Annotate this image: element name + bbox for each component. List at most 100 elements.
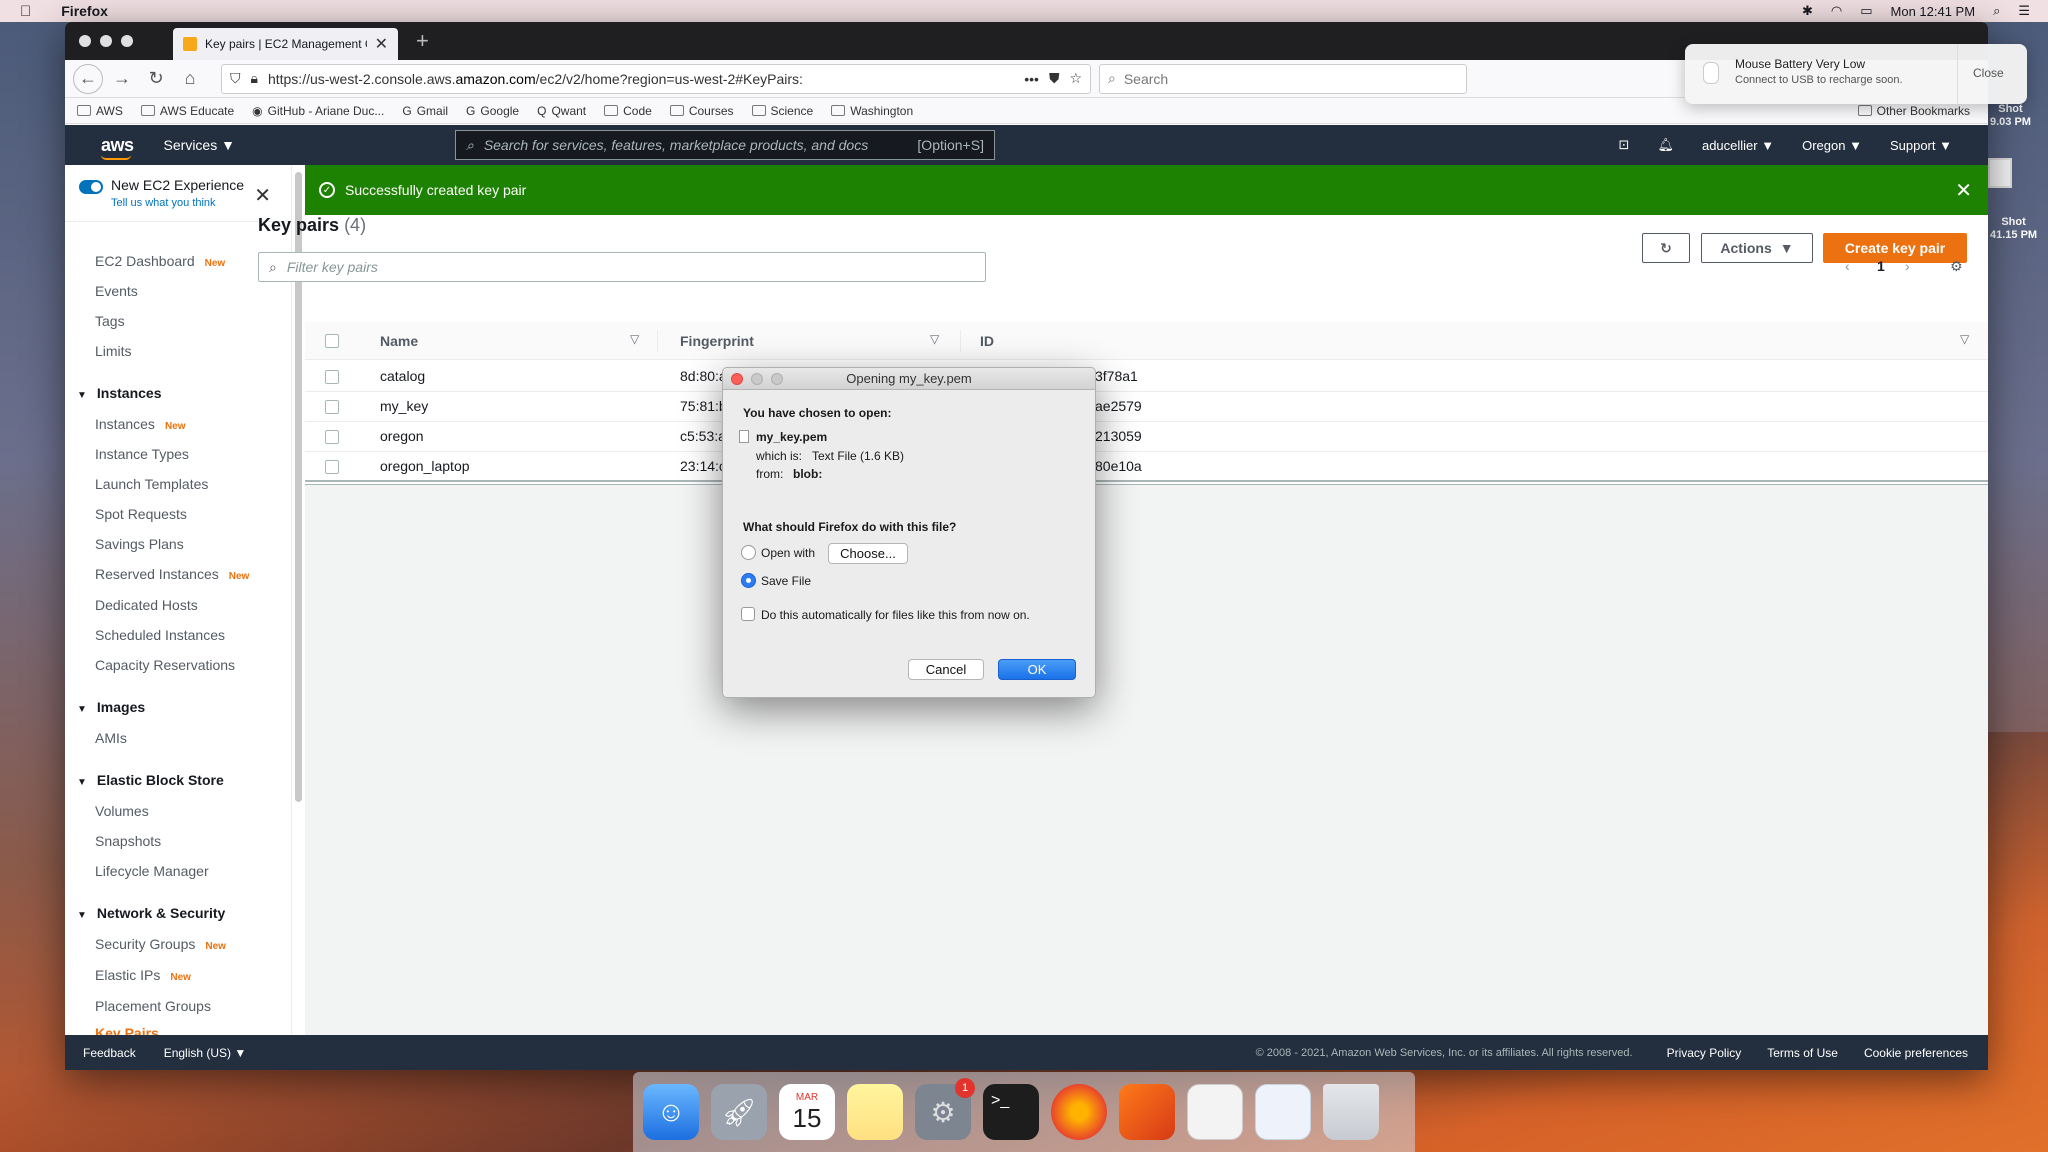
other-bookmarks[interactable]: Other Bookmarks: [1857, 104, 1970, 118]
account-menu[interactable]: aducellier ▼: [1702, 138, 1774, 153]
save-file-label[interactable]: Save File: [761, 574, 811, 588]
sidebar-item-amis[interactable]: AMIs: [95, 730, 127, 746]
services-menu[interactable]: Services ▼: [164, 137, 235, 153]
sidebar-item-snapshots[interactable]: Snapshots: [95, 833, 161, 849]
sidebar-item-tags[interactable]: Tags: [95, 313, 125, 329]
close-window-button[interactable]: [79, 35, 91, 47]
new-tab-icon[interactable]: +: [416, 28, 429, 54]
current-page[interactable]: 1: [1877, 258, 1885, 274]
search-bar[interactable]: ⌕ Search: [1099, 63, 1467, 94]
airplay-icon[interactable]: ▭: [1860, 3, 1872, 19]
sidebar-item-elastic-ips[interactable]: Elastic IPs New: [95, 967, 191, 983]
sidebar-section-network-security[interactable]: Network & Security: [77, 905, 225, 921]
active-app-name[interactable]: Firefox: [61, 3, 108, 19]
choose-application-button[interactable]: Choose...: [828, 543, 908, 564]
home-icon[interactable]: ⌂: [175, 64, 205, 94]
sidebar-item-scheduled-instances[interactable]: Scheduled Instances: [95, 627, 225, 643]
sidebar-item-instances[interactable]: Instances New: [95, 416, 186, 432]
refresh-button[interactable]: ↻: [1642, 233, 1690, 263]
dialog-close-button[interactable]: [731, 373, 743, 385]
sidebar-item-lifecycle-manager[interactable]: Lifecycle Manager: [95, 863, 209, 879]
sidebar-item-limits[interactable]: Limits: [95, 343, 132, 359]
dismiss-flash-icon[interactable]: ✕: [1955, 178, 1972, 203]
terminal-icon[interactable]: >_: [983, 1084, 1039, 1140]
bookmark-google[interactable]: G Google: [466, 104, 519, 118]
sidebar-section-instances[interactable]: Instances: [77, 385, 162, 401]
bookmark-qwant[interactable]: Q Qwant: [537, 104, 586, 118]
bookmark-washington[interactable]: Washington: [831, 104, 913, 118]
notification-close-button[interactable]: Close: [1973, 66, 2004, 80]
language-selector[interactable]: English (US) ▼: [164, 1046, 247, 1060]
back-icon[interactable]: ←: [73, 63, 103, 94]
support-menu[interactable]: Support ▼: [1890, 138, 1952, 153]
row-checkbox[interactable]: [325, 400, 339, 414]
matlab-icon[interactable]: [1119, 1084, 1175, 1140]
system-preferences-icon[interactable]: ⚙ 1: [915, 1078, 975, 1140]
menubar-clock[interactable]: Mon 12:41 PM: [1891, 4, 1976, 19]
sidebar-item-reserved-instances[interactable]: Reserved Instances New: [95, 566, 249, 582]
column-header-name[interactable]: Name: [380, 333, 418, 349]
url-bar[interactable]: ⛉ 🔒︎ https://us-west-2.console.aws.amazo…: [221, 63, 1091, 94]
bookmark-github[interactable]: ◉ GitHub - Ariane Duc...: [252, 104, 384, 118]
aws-search-input[interactable]: ⌕ Search for services, features, marketp…: [454, 130, 995, 160]
sidebar-item-spot-requests[interactable]: Spot Requests: [95, 506, 187, 522]
firefox-icon[interactable]: [1051, 1084, 1107, 1140]
page-actions-icon[interactable]: •••: [1024, 71, 1039, 87]
bookmark-courses[interactable]: Courses: [669, 104, 734, 118]
next-page-icon[interactable]: ›: [1905, 258, 1910, 274]
actions-button[interactable]: Actions ▼: [1701, 233, 1813, 263]
tracking-shield-icon[interactable]: ⛉: [230, 70, 241, 87]
launchpad-icon[interactable]: 🚀︎: [711, 1084, 767, 1140]
sort-icon[interactable]: ▽: [1960, 332, 1969, 346]
sidebar-section-ebs[interactable]: Elastic Block Store: [77, 772, 224, 788]
column-header-id[interactable]: ID: [980, 333, 994, 349]
pocket-icon[interactable]: ⛊: [1049, 70, 1060, 87]
textedit-icon[interactable]: [1187, 1084, 1243, 1140]
aws-logo[interactable]: aws: [101, 135, 134, 160]
lock-icon[interactable]: 🔒︎: [251, 70, 258, 87]
row-checkbox[interactable]: [325, 460, 339, 474]
sort-icon[interactable]: ▽: [930, 332, 939, 346]
table-row[interactable]: oregon_laptop 23:14:c 80e10a: [305, 452, 1988, 482]
desktop-screenshot-label-1[interactable]: Shot 9.03 PM: [1990, 103, 2031, 129]
close-sidebar-icon[interactable]: ✕: [254, 183, 271, 208]
finder-icon[interactable]: ☺: [643, 1084, 699, 1140]
sidebar-item-volumes[interactable]: Volumes: [95, 803, 149, 819]
terms-of-use-link[interactable]: Terms of Use: [1767, 1046, 1838, 1060]
settings-gear-icon[interactable]: ⚙: [1950, 258, 1963, 275]
close-tab-icon[interactable]: ✕: [375, 34, 388, 54]
feedback-link[interactable]: Tell us what you think: [111, 197, 216, 209]
sidebar-item-security-groups[interactable]: Security Groups New: [95, 936, 226, 952]
sidebar-item-instance-types[interactable]: Instance Types: [95, 446, 189, 462]
bookmark-aws[interactable]: AWS: [77, 104, 123, 118]
desktop-screenshot-label-2[interactable]: Shot 41.15 PM: [1990, 216, 2037, 242]
sidebar-item-savings-plans[interactable]: Savings Plans: [95, 536, 184, 552]
bookmark-star-icon[interactable]: ☆: [1069, 70, 1082, 87]
new-experience-toggle[interactable]: [79, 180, 103, 194]
sidebar-section-images[interactable]: Images: [77, 699, 145, 715]
feedback-link[interactable]: Feedback: [83, 1046, 136, 1060]
wifi-icon[interactable]: ◠: [1831, 3, 1842, 19]
zoom-window-button[interactable]: [121, 35, 133, 47]
cloudshell-icon[interactable]: ⊡: [1619, 137, 1630, 153]
trash-icon[interactable]: [1323, 1084, 1379, 1140]
bluetooth-icon[interactable]: ✱: [1802, 3, 1813, 19]
documents-folder-icon[interactable]: [1255, 1084, 1311, 1140]
sidebar-item-ec2-dashboard[interactable]: EC2 Dashboard New: [95, 253, 225, 269]
open-with-label[interactable]: Open with: [761, 546, 815, 560]
sort-icon[interactable]: ▽: [630, 332, 639, 346]
sidebar-item-placement-groups[interactable]: Placement Groups: [95, 998, 211, 1014]
bookmark-science[interactable]: Science: [751, 104, 813, 118]
region-menu[interactable]: Oregon ▼: [1802, 138, 1862, 153]
reload-icon[interactable]: ↻: [141, 64, 171, 94]
spotlight-icon[interactable]: ⌕: [1993, 3, 2000, 19]
cancel-button[interactable]: Cancel: [908, 659, 984, 680]
prev-page-icon[interactable]: ‹: [1845, 258, 1850, 274]
table-row[interactable]: my_key 75:81:b ae2579: [305, 392, 1988, 422]
save-file-radio[interactable]: [741, 573, 756, 588]
row-checkbox[interactable]: [325, 370, 339, 384]
sidebar-item-events[interactable]: Events: [95, 283, 138, 299]
select-all-checkbox[interactable]: [325, 334, 339, 348]
forward-icon[interactable]: →: [107, 64, 137, 94]
ok-button[interactable]: OK: [998, 659, 1076, 680]
